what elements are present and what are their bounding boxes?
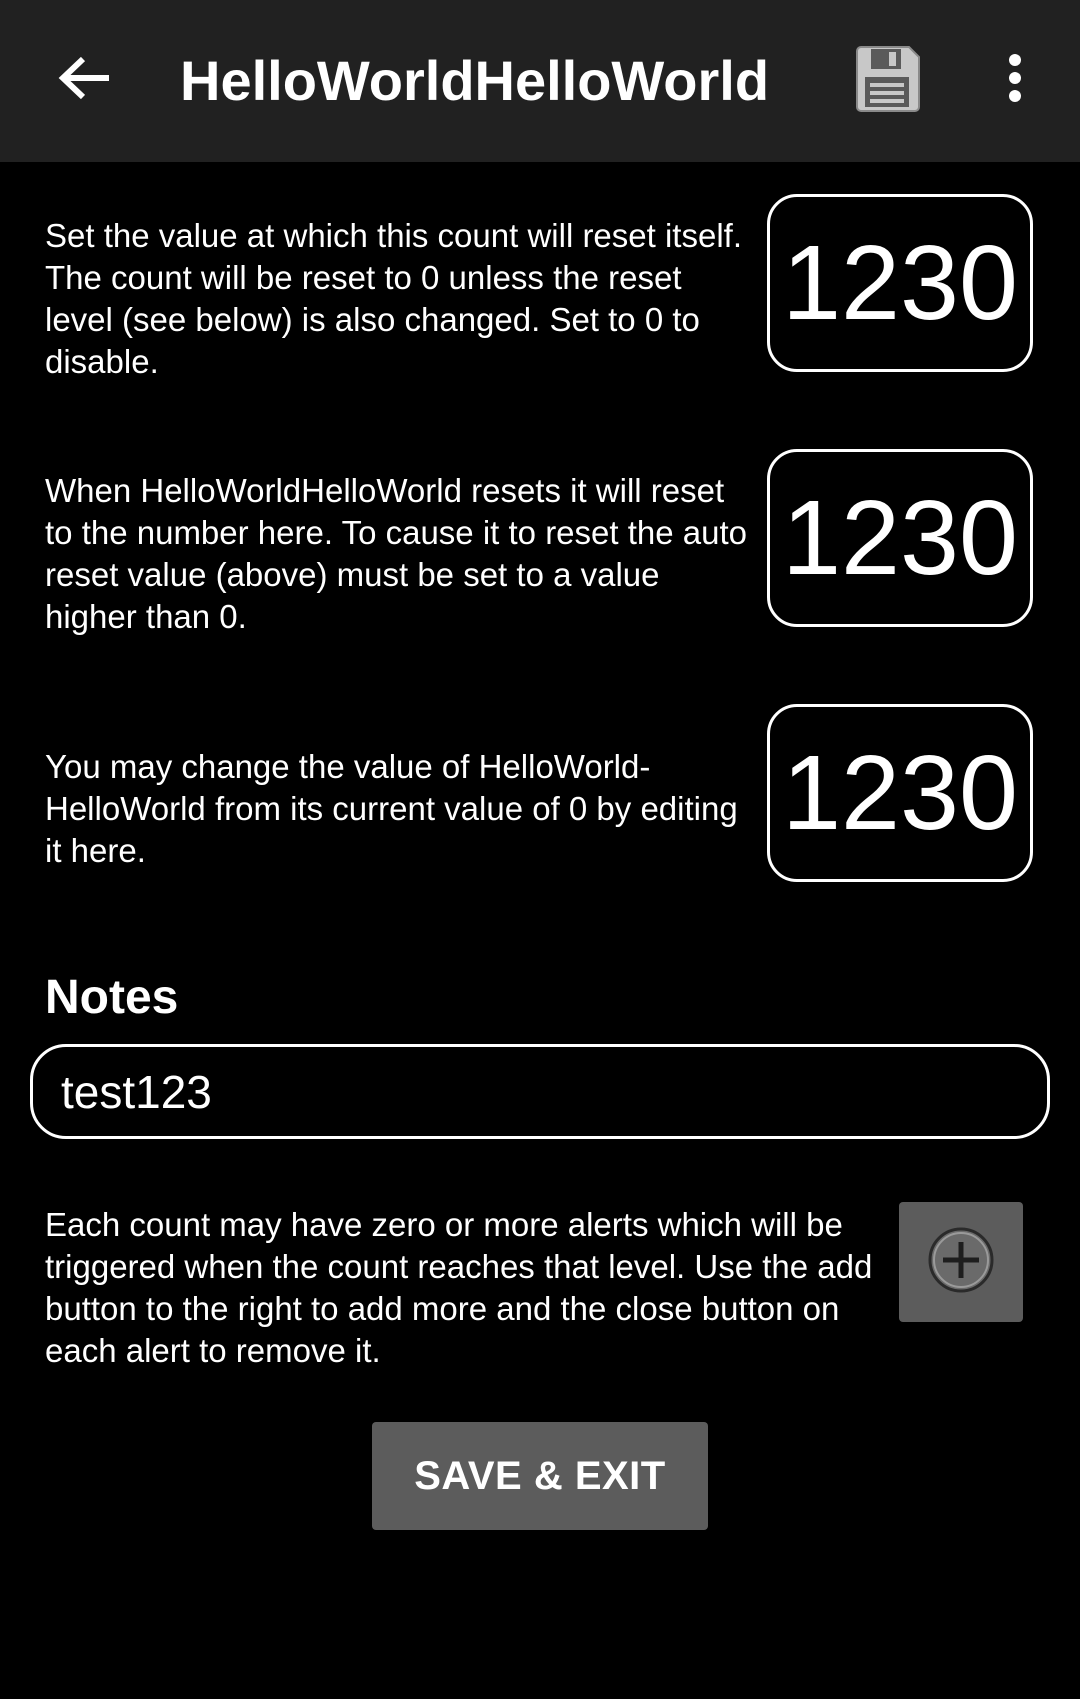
more-vert-icon (1007, 53, 1023, 108)
notes-heading: Notes (45, 971, 179, 1024)
save-and-exit-button[interactable]: SAVE & EXIT (372, 1422, 708, 1530)
back-button[interactable] (50, 45, 120, 115)
save-toolbar-button[interactable] (846, 40, 928, 122)
overflow-menu-button[interactable] (990, 45, 1040, 115)
auto-reset-description: Set the value at which this count will r… (45, 217, 742, 380)
floppy-disk-icon (851, 43, 923, 120)
reset-level-value-field[interactable]: 1230 (767, 449, 1033, 627)
app-title: HelloWorldHelloWorld (180, 49, 770, 112)
alerts-description: Each count may have zero or more alerts … (45, 1206, 873, 1369)
notes-input[interactable] (30, 1044, 1050, 1139)
reset-level-description: When HelloWorldHelloWorld resets it will… (45, 472, 747, 635)
current-value-field[interactable]: 1230 (767, 704, 1033, 882)
auto-reset-value-field[interactable]: 1230 (767, 194, 1033, 372)
arrow-left-icon (57, 54, 113, 107)
app-bar: HelloWorldHelloWorld (0, 0, 1080, 162)
add-alert-button[interactable] (899, 1202, 1023, 1322)
current-value-description: You may change the value of HelloWorld-H… (45, 748, 738, 869)
add-circle-icon (925, 1224, 997, 1301)
